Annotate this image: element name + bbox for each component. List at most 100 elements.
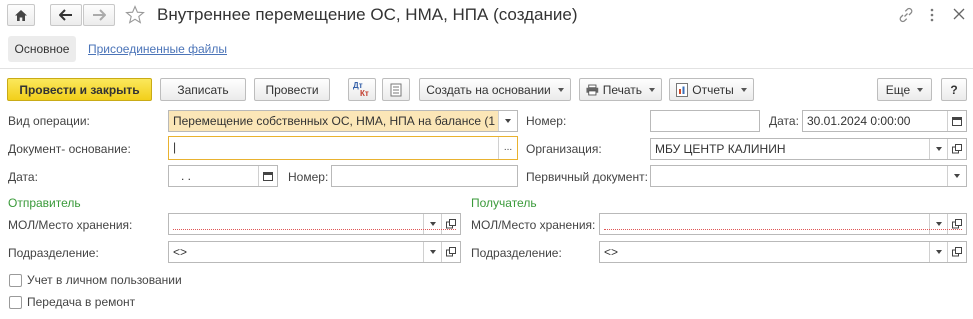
create-based-on-button[interactable]: Создать на основании <box>419 78 571 101</box>
date-label: Дата: <box>8 170 38 184</box>
number-field[interactable] <box>331 165 518 187</box>
dropdown-arrow-icon <box>917 87 924 92</box>
chevron-down-icon <box>954 174 960 178</box>
forward-button[interactable] <box>83 4 115 26</box>
link-icon[interactable] <box>897 6 915 27</box>
receiver-mol-label: МОЛ/Место хранения: <box>471 218 596 232</box>
arrow-right-icon <box>93 9 106 21</box>
arrow-left-icon <box>59 9 72 21</box>
sender-dept-dropdown[interactable] <box>423 242 442 262</box>
more-vert-icon[interactable] <box>928 6 936 24</box>
chevron-down-icon <box>430 250 436 254</box>
receiver-mol-open[interactable] <box>947 214 966 234</box>
print-label: Печать <box>602 82 642 97</box>
date-value: . . <box>181 169 192 183</box>
chevron-down-icon <box>936 250 942 254</box>
sender-mol-open[interactable] <box>441 214 460 234</box>
open-form-icon <box>952 144 962 154</box>
basis-doc-label: Документ- основание: <box>8 142 131 156</box>
receiver-mol-field[interactable] <box>599 213 967 235</box>
chevron-down-icon <box>936 147 942 151</box>
save-button[interactable]: Записать <box>160 78 246 101</box>
journal-button[interactable] <box>382 78 410 101</box>
sender-dept-open[interactable] <box>441 242 460 262</box>
date-field[interactable]: . . <box>168 165 278 187</box>
sender-mol-field[interactable] <box>168 213 461 235</box>
help-label: ? <box>950 82 958 97</box>
receiver-dept-field[interactable]: <> <box>599 241 967 263</box>
sender-mol-dropdown[interactable] <box>423 214 442 234</box>
basis-doc-select-button[interactable]: ... <box>498 137 517 159</box>
operation-type-dropdown[interactable] <box>498 111 517 131</box>
printer-icon <box>586 84 599 95</box>
tab-main[interactable]: Основное <box>8 36 76 62</box>
home-icon <box>15 9 27 21</box>
date-top-calendar[interactable] <box>947 111 966 131</box>
organization-field[interactable]: МБУ ЦЕНТР КАЛИНИН <box>650 138 967 160</box>
date-calendar[interactable] <box>258 166 277 186</box>
sender-dept-field[interactable]: <> <box>168 241 461 263</box>
basis-doc-field[interactable]: | ... <box>168 136 518 160</box>
open-form-icon <box>446 219 456 229</box>
receiver-dept-open[interactable] <box>947 242 966 262</box>
number-top-label: Номер: <box>526 114 567 128</box>
receiver-mol-dropdown[interactable] <box>929 214 948 234</box>
repair-transfer-checkbox[interactable] <box>9 296 22 309</box>
list-icon <box>390 83 402 96</box>
basis-doc-value: | <box>173 140 177 154</box>
date-top-field[interactable]: 30.01.2024 0:00:00 <box>802 110 967 132</box>
home-button[interactable] <box>7 4 35 26</box>
repair-transfer-label[interactable]: Передача в ремонт <box>27 295 135 309</box>
receiver-dept-dropdown[interactable] <box>929 242 948 262</box>
personal-use-label[interactable]: Учет в личном пользовании <box>27 273 182 287</box>
operation-type-label: Вид операции: <box>8 114 90 128</box>
print-button[interactable]: Печать <box>579 78 662 101</box>
organization-open[interactable] <box>947 139 966 159</box>
personal-use-checkbox[interactable] <box>9 274 22 287</box>
post-and-close-label: Провести и закрыть <box>19 82 140 97</box>
more-label: Еще <box>885 82 911 97</box>
dt-kt-icon: Дт Кт <box>353 80 369 98</box>
number-label: Номер: <box>288 170 329 184</box>
receiver-title: Получатель <box>471 196 537 210</box>
operation-type-field[interactable]: Перемещение собственных ОС, НМА, НПА на … <box>168 110 518 132</box>
reports-label: Отчеты <box>692 82 734 97</box>
post-label: Провести <box>265 82 319 97</box>
sender-mol-label: МОЛ/Место хранения: <box>8 218 133 232</box>
chevron-down-icon <box>430 222 436 226</box>
close-icon[interactable] <box>953 8 965 23</box>
chevron-down-icon <box>505 119 511 123</box>
dropdown-arrow-icon <box>557 87 564 92</box>
report-icon <box>676 82 689 97</box>
save-label: Записать <box>177 82 229 97</box>
favorite-star-icon[interactable] <box>125 5 145 28</box>
create-based-on-label: Создать на основании <box>426 82 551 97</box>
primary-doc-label: Первичный документ: <box>526 170 648 184</box>
sender-title: Отправитель <box>8 196 81 210</box>
receiver-dept-label: Подразделение: <box>471 246 562 260</box>
open-form-icon <box>952 247 962 257</box>
date-top-value: 30.01.2024 0:00:00 <box>807 114 911 128</box>
post-button[interactable]: Провести <box>254 78 330 101</box>
dt-kt-button[interactable]: Дт Кт <box>348 78 376 101</box>
ellipsis-icon: ... <box>503 142 513 153</box>
more-button[interactable]: Еще <box>877 78 932 101</box>
sender-dept-value: <> <box>173 245 188 259</box>
chevron-down-icon <box>936 222 942 226</box>
sender-dept-label: Подразделение: <box>8 246 99 260</box>
receiver-dept-value: <> <box>604 245 619 259</box>
help-button[interactable]: ? <box>941 78 967 101</box>
organization-label: Организация: <box>526 142 602 156</box>
reports-button[interactable]: Отчеты <box>669 78 754 101</box>
organization-dropdown[interactable] <box>929 139 948 159</box>
divider <box>0 68 973 69</box>
open-form-icon <box>952 219 962 229</box>
number-top-field[interactable] <box>650 110 760 132</box>
post-and-close-button[interactable]: Провести и закрыть <box>7 78 152 101</box>
dropdown-arrow-icon <box>740 87 747 92</box>
primary-doc-dropdown[interactable] <box>947 166 966 186</box>
primary-doc-field[interactable] <box>650 165 967 187</box>
calendar-icon <box>952 117 962 126</box>
tab-attached-files[interactable]: Присоединенные файлы <box>88 36 227 62</box>
back-button[interactable] <box>50 4 82 26</box>
